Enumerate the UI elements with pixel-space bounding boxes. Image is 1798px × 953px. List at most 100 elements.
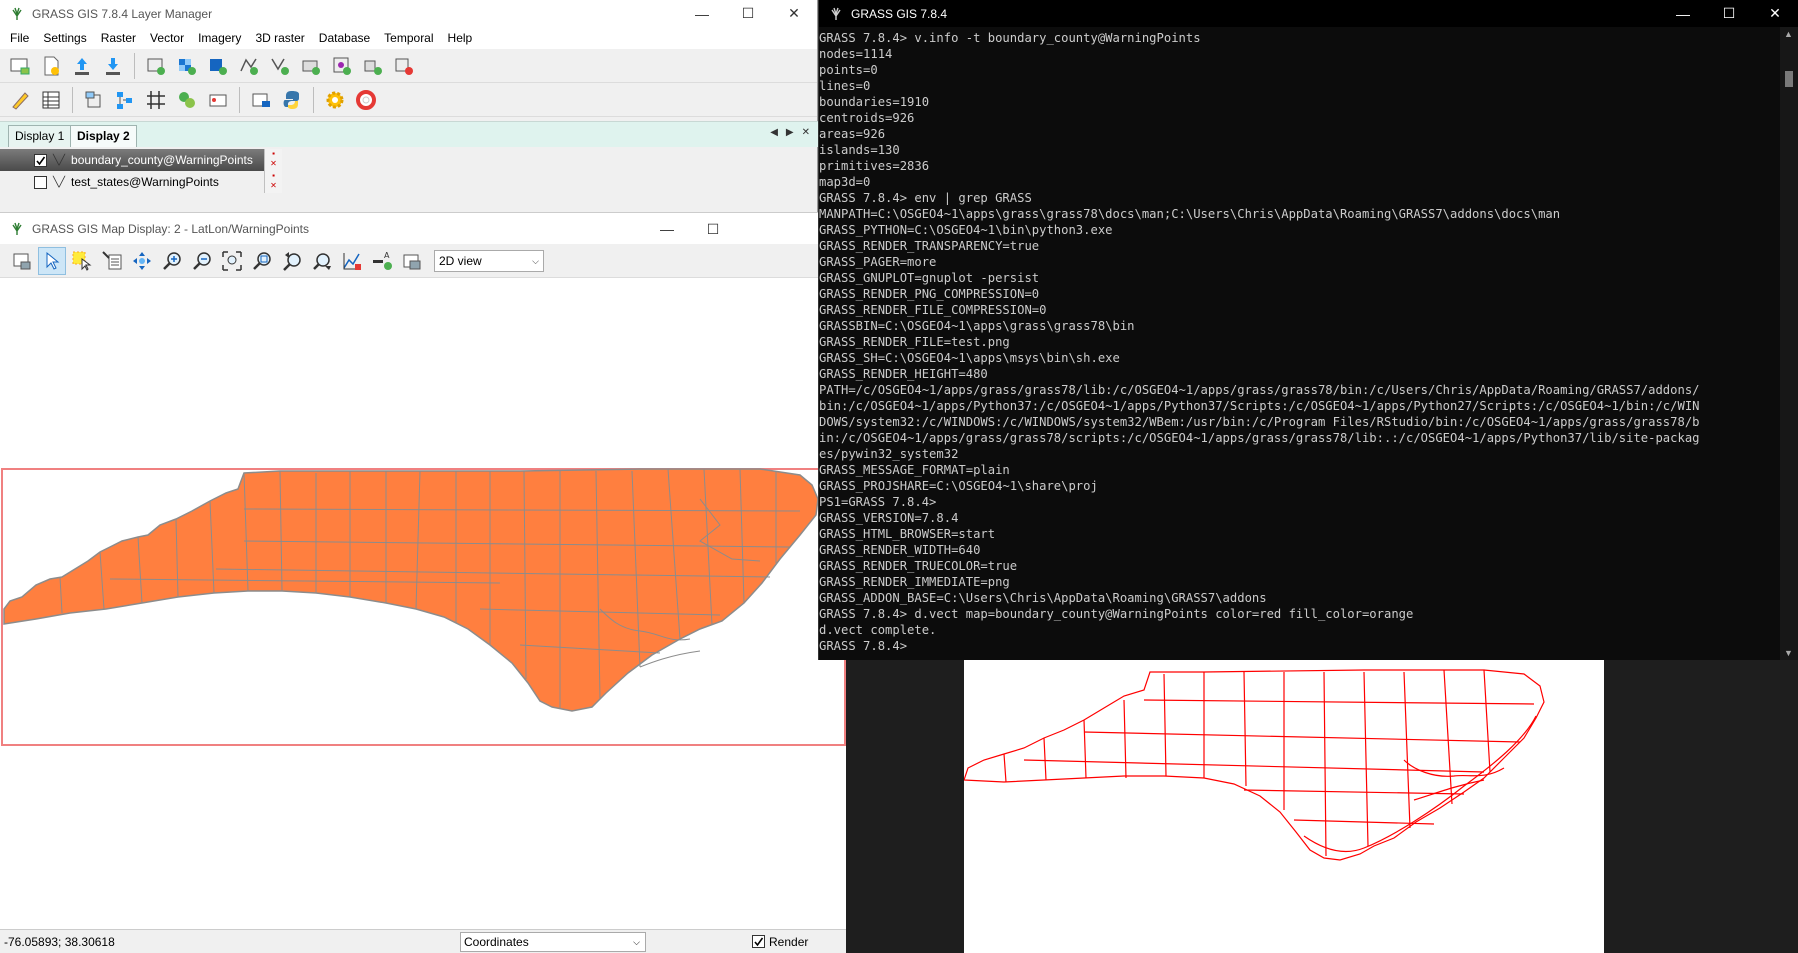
tab-close-icon[interactable]: ✕ — [802, 127, 810, 138]
cartographic-composer-icon[interactable] — [204, 86, 232, 114]
console-scrollbar[interactable]: ▲ ▼ — [1780, 27, 1798, 660]
menu-settings[interactable]: Settings — [36, 31, 93, 45]
menu-raster[interactable]: Raster — [94, 31, 143, 45]
map-calculator-icon[interactable] — [80, 86, 108, 114]
close-button[interactable]: ✕ — [771, 0, 817, 27]
maximize-button[interactable]: ☐ — [1706, 0, 1752, 27]
scrollbar-thumb[interactable] — [1785, 71, 1793, 87]
menu-help[interactable]: Help — [441, 31, 480, 45]
new-map-display-icon[interactable] — [6, 52, 34, 80]
console-line: in:/c/OSGEO4~1/apps/grass/grass78/script… — [819, 431, 1700, 445]
tab-next-icon[interactable]: ▶ — [786, 127, 794, 138]
zoom-back-icon[interactable] — [278, 247, 306, 275]
render-checkbox[interactable] — [752, 935, 765, 948]
new-workspace-icon[interactable] — [37, 52, 65, 80]
menu-imagery[interactable]: Imagery — [191, 31, 248, 45]
add-vector-misc-icon[interactable] — [266, 52, 294, 80]
render-toggle[interactable]: Render — [752, 935, 808, 949]
add-raster-icon[interactable] — [173, 52, 201, 80]
console-line: GRASSBIN=C:\OSGEO4~1\apps\grass\grass78\… — [819, 319, 1135, 333]
tab-display-1[interactable]: Display 1 — [8, 125, 72, 147]
console-line: boundaries=1910 — [819, 95, 930, 109]
close-button[interactable]: ✕ — [1752, 0, 1798, 27]
zoom-out-icon[interactable] — [188, 247, 216, 275]
scroll-up-icon[interactable]: ▲ — [1784, 29, 1793, 39]
tab-prev-icon[interactable]: ◀ — [770, 127, 778, 138]
query-icon[interactable] — [98, 247, 126, 275]
analyze-map-icon[interactable] — [338, 247, 366, 275]
grass-app-icon — [12, 222, 22, 235]
settings-icon[interactable] — [321, 86, 349, 114]
tab-display-2[interactable]: Display 2 — [70, 125, 137, 147]
zoom-options-icon[interactable] — [308, 247, 336, 275]
layer-manager-window: GRASS GIS 7.8.4 Layer Manager — ☐ ✕ File… — [0, 0, 818, 212]
console-line: DOWS/system32:/c/WINDOWS:/c/WINDOWS/syst… — [819, 415, 1700, 429]
map-canvas[interactable] — [0, 279, 846, 929]
console-output[interactable]: GRASS 7.8.4> v.info -t boundary_county@W… — [819, 30, 1779, 660]
georectifier-icon[interactable] — [142, 86, 170, 114]
tab-controls: ◀ ▶ ✕ — [770, 127, 810, 138]
minimize-button[interactable]: — — [679, 0, 725, 27]
layer-visibility-checkbox[interactable] — [34, 153, 47, 167]
add-group-icon[interactable] — [297, 52, 325, 80]
menu-3d-raster[interactable]: 3D raster — [248, 31, 311, 45]
pan-icon[interactable] — [128, 247, 156, 275]
layer-item-boundary-county[interactable]: ╲╱ boundary_county@WarningPoints ▪ ✕ — [0, 149, 282, 171]
save-display-icon[interactable] — [398, 247, 426, 275]
add-vector-icon[interactable] — [235, 52, 263, 80]
layer-item-test-states[interactable]: ╲╱ test_states@WarningPoints ▪ ✕ — [0, 171, 282, 193]
map-status-bar: -76.05893; 38.30618 Coordinates ⌵ Render — [0, 929, 846, 953]
layer-manager-titlebar[interactable]: GRASS GIS 7.8.4 Layer Manager — ☐ ✕ — [0, 0, 817, 27]
minimize-button[interactable]: — — [1660, 0, 1706, 27]
console-line: points=0 — [819, 63, 878, 77]
menu-file[interactable]: File — [3, 31, 36, 45]
attribute-table-icon[interactable] — [37, 86, 65, 114]
toolbar-separator — [239, 86, 240, 113]
console-line: bin:/c/OSGEO4~1/apps/Python37:/c/OSGEO4~… — [819, 399, 1700, 413]
python-shell-icon[interactable] — [278, 86, 306, 114]
layer-visibility-checkbox[interactable] — [34, 175, 47, 189]
graphical-modeler-icon[interactable] — [111, 86, 139, 114]
console-line: GRASS_PAGER=more — [819, 255, 937, 269]
console-titlebar[interactable]: GRASS GIS 7.8.4 — ☐ ✕ — [819, 0, 1798, 27]
menu-vector[interactable]: Vector — [143, 31, 191, 45]
menu-temporal[interactable]: Temporal — [377, 31, 440, 45]
remove-layer-icon[interactable] — [390, 52, 418, 80]
add-layer-icon[interactable] — [142, 52, 170, 80]
map-canvas-svg[interactable] — [0, 279, 846, 929]
console-line: d.vect complete. — [819, 623, 937, 637]
add-map-layer-icon[interactable] — [8, 247, 36, 275]
maximize-button[interactable]: ☐ — [725, 0, 771, 27]
layer-options-icon[interactable]: ▪ ✕ — [264, 171, 282, 193]
add-map-elements-icon[interactable] — [359, 52, 387, 80]
view-mode-select[interactable]: 2D view ⌵ — [434, 249, 544, 272]
map-display-titlebar[interactable]: GRASS GIS Map Display: 2 - LatLon/Warnin… — [0, 212, 846, 244]
add-overlay-icon[interactable] — [328, 52, 356, 80]
open-workspace-icon[interactable] — [68, 52, 96, 80]
layer-manager-title: GRASS GIS 7.8.4 Layer Manager — [32, 6, 213, 21]
select-features-icon[interactable] — [68, 247, 96, 275]
zoom-in-icon[interactable] — [158, 247, 186, 275]
edit-vector-icon[interactable] — [6, 86, 34, 114]
layer-options-icon[interactable]: ▪ ✕ — [264, 149, 282, 171]
save-workspace-icon[interactable] — [99, 52, 127, 80]
console-line: map3d=0 — [819, 175, 871, 189]
maximize-button[interactable]: ☐ — [690, 213, 736, 245]
layer-manager-toolbar-2 — [0, 83, 817, 117]
map-decorations-icon[interactable]: A — [368, 247, 396, 275]
status-mode-select[interactable]: Coordinates ⌵ — [460, 931, 646, 952]
zoom-region-icon[interactable] — [248, 247, 276, 275]
zoom-extent-icon[interactable] — [218, 247, 246, 275]
gcp-manager-icon[interactable] — [173, 86, 201, 114]
minimize-button[interactable]: — — [644, 213, 690, 245]
help-icon[interactable] — [352, 86, 380, 114]
console-line: GRASS_RENDER_HEIGHT=480 — [819, 367, 988, 381]
pointer-icon[interactable] — [38, 246, 66, 275]
console-line: GRASS 7.8.4> d.vect map=boundary_county@… — [819, 607, 1414, 621]
console-line: centroids=926 — [819, 111, 915, 125]
menu-database[interactable]: Database — [312, 31, 377, 45]
add-raster-misc-icon[interactable] — [204, 52, 232, 80]
launch-script-icon[interactable] — [247, 86, 275, 114]
toolbar-separator — [313, 86, 314, 113]
scroll-down-icon[interactable]: ▼ — [1784, 648, 1793, 658]
